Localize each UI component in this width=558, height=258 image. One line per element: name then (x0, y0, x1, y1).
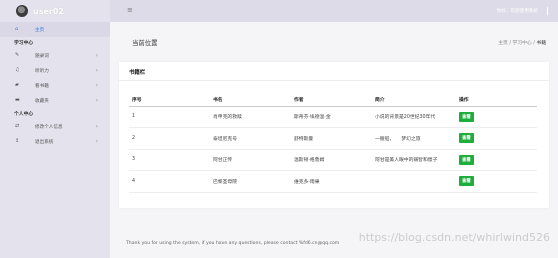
cell-title: 泰坦尼克号 (210, 127, 291, 150)
cell-author: 舒特斯曼 (291, 127, 372, 150)
intro-text: 小说的背景是20世纪30年代 (375, 115, 436, 121)
view-button[interactable]: 查看 (459, 154, 474, 165)
table-header-row: 序号 书名 作者 简介 操作 (129, 94, 537, 107)
sidebar-item-label: 主页 (35, 27, 45, 33)
books-table: 序号 书名 作者 简介 操作 1 肖申克的救赎 斯蒂芬·埃德温·金 小说的背景是… (129, 94, 537, 193)
cell-number: 2 (129, 127, 210, 150)
column-header-author: 作者 (291, 94, 372, 107)
cell-intro: 小说的背景是20世纪30年代 (372, 106, 456, 128)
sidebar-item-logout[interactable]: ↥ 退出系统 › (0, 134, 110, 149)
section-study-center: 学习中心 (14, 41, 34, 46)
sidebar-item-label: 收藏夹 (35, 98, 49, 104)
table-row: 3 阿甘正传 温斯顿·格鲁姆 阿甘是美人眼中的弱智和傻子 查看 (129, 149, 537, 171)
view-button[interactable]: 查看 (459, 133, 474, 144)
table-row: 1 肖申克的救赎 斯蒂芬·埃德温·金 小说的背景是20世纪30年代 查看 (129, 106, 537, 128)
sidebar-item-label: 退出系统 (35, 139, 54, 145)
menu-toggle-icon[interactable]: ≡ (127, 6, 133, 14)
folder-icon: ▬ (15, 97, 20, 103)
table-row: 2 泰坦尼克号 舒特斯曼 一艘船， 梦幻之旅 查看 (129, 127, 537, 150)
page-title: 当前位置 (132, 39, 158, 47)
breadcrumb-separator: / (533, 41, 535, 46)
section-personal-center: 个人中心 (14, 112, 34, 117)
chevron-right-icon: › (95, 67, 98, 74)
username: user02 (33, 6, 64, 16)
cell-action: 查看 (456, 127, 537, 150)
divider (119, 80, 549, 81)
breadcrumb-study-center[interactable]: 学习中心 (513, 41, 532, 46)
view-button[interactable]: 查看 (459, 111, 474, 122)
footer-text: Thank you for using the system, if you h… (126, 241, 340, 246)
cell-action: 查看 (456, 149, 537, 171)
logout-icon: ↥ (15, 138, 20, 144)
cell-intro: 一艘船， 梦幻之旅 (372, 127, 456, 150)
cell-author: 温斯顿·格鲁姆 (291, 149, 372, 171)
top-bar: ≡ 你好，欢迎使用系统 (110, 0, 558, 22)
column-header-title: 书名 (210, 94, 291, 107)
cell-number: 4 (129, 170, 210, 193)
sidebar-item-vocabulary[interactable]: ✎ 随录词 › (0, 48, 110, 63)
sidebar-item-home[interactable]: ⌂ 主页 (0, 22, 110, 37)
intro-text: 阿甘是美人眼中的弱智和傻子 (375, 158, 438, 164)
sidebar-item-listening[interactable]: ♫ 听听力 › (0, 63, 110, 78)
table-row: 4 巴黎圣母院 维克多·雨果 查看 (129, 170, 537, 193)
chevron-right-icon: › (95, 52, 98, 59)
welcome-text: 你好，欢迎使用系统 (496, 9, 538, 14)
sidebar-item-label: 随录词 (35, 53, 49, 59)
edit-icon: ✎ (15, 52, 20, 58)
cell-title: 巴黎圣母院 (210, 170, 291, 193)
cell-number: 3 (129, 149, 210, 171)
cell-number: 1 (129, 106, 210, 128)
column-header-number: 序号 (129, 94, 210, 107)
breadcrumb-current: 书籍 (536, 41, 546, 46)
sidebar-item-edit-profile[interactable]: ⇄ 修改个人信息 › (0, 119, 110, 134)
sidebar-item-label: 看书籍 (35, 83, 49, 89)
transfer-icon: ⇄ (15, 123, 20, 129)
intro-text: 一艘船， 梦幻之旅 (375, 136, 421, 142)
column-header-action: 操作 (456, 94, 537, 107)
cell-title: 阿甘正传 (210, 149, 291, 171)
breadcrumb-separator: / (509, 41, 511, 46)
cell-author: 斯蒂芬·埃德温·金 (291, 106, 372, 128)
watermark: https://blog.csdn.net/whirlwind526 (358, 231, 550, 244)
home-icon: ⌂ (15, 26, 19, 32)
cell-intro (372, 170, 456, 193)
user-header: user02 (0, 0, 110, 22)
sidebar-item-label: 听听力 (35, 68, 49, 74)
column-header-intro: 简介 (372, 94, 456, 107)
divider (547, 7, 548, 15)
book-icon: ▰ (15, 82, 19, 88)
cell-action: 查看 (456, 170, 537, 193)
avatar (16, 5, 28, 17)
sidebar: user02 ⌂ 主页 学习中心 ✎ 随录词 › ♫ 听听力 › ▰ 看书籍 ›… (0, 0, 110, 258)
view-button[interactable]: 查看 (459, 176, 474, 187)
chevron-right-icon: › (95, 82, 98, 89)
main-content: 当前位置 主页 / 学习中心 / 书籍 书籍栏 序号 书名 作者 简介 操作 1 (110, 22, 558, 258)
cell-intro: 阿甘是美人眼中的弱智和傻子 (372, 149, 456, 171)
breadcrumb: 主页 / 学习中心 / 书籍 (498, 39, 546, 46)
books-panel: 书籍栏 序号 书名 作者 简介 操作 1 肖申克的救赎 斯蒂芬·埃德温·金 小说… (119, 62, 549, 208)
cell-author: 维克多·雨果 (291, 170, 372, 193)
chevron-right-icon: › (95, 97, 98, 104)
sidebar-item-label: 修改个人信息 (35, 124, 63, 130)
cell-title: 肖申克的救赎 (210, 106, 291, 128)
sidebar-item-books[interactable]: ▰ 看书籍 › (0, 78, 110, 93)
headphones-icon: ♫ (15, 67, 20, 73)
chevron-right-icon: › (95, 123, 98, 130)
cell-action: 查看 (456, 106, 537, 128)
chevron-right-icon: › (95, 138, 98, 145)
breadcrumb-home[interactable]: 主页 (498, 41, 508, 46)
panel-title: 书籍栏 (129, 70, 146, 76)
sidebar-item-favorites[interactable]: ▬ 收藏夹 › (0, 93, 110, 108)
